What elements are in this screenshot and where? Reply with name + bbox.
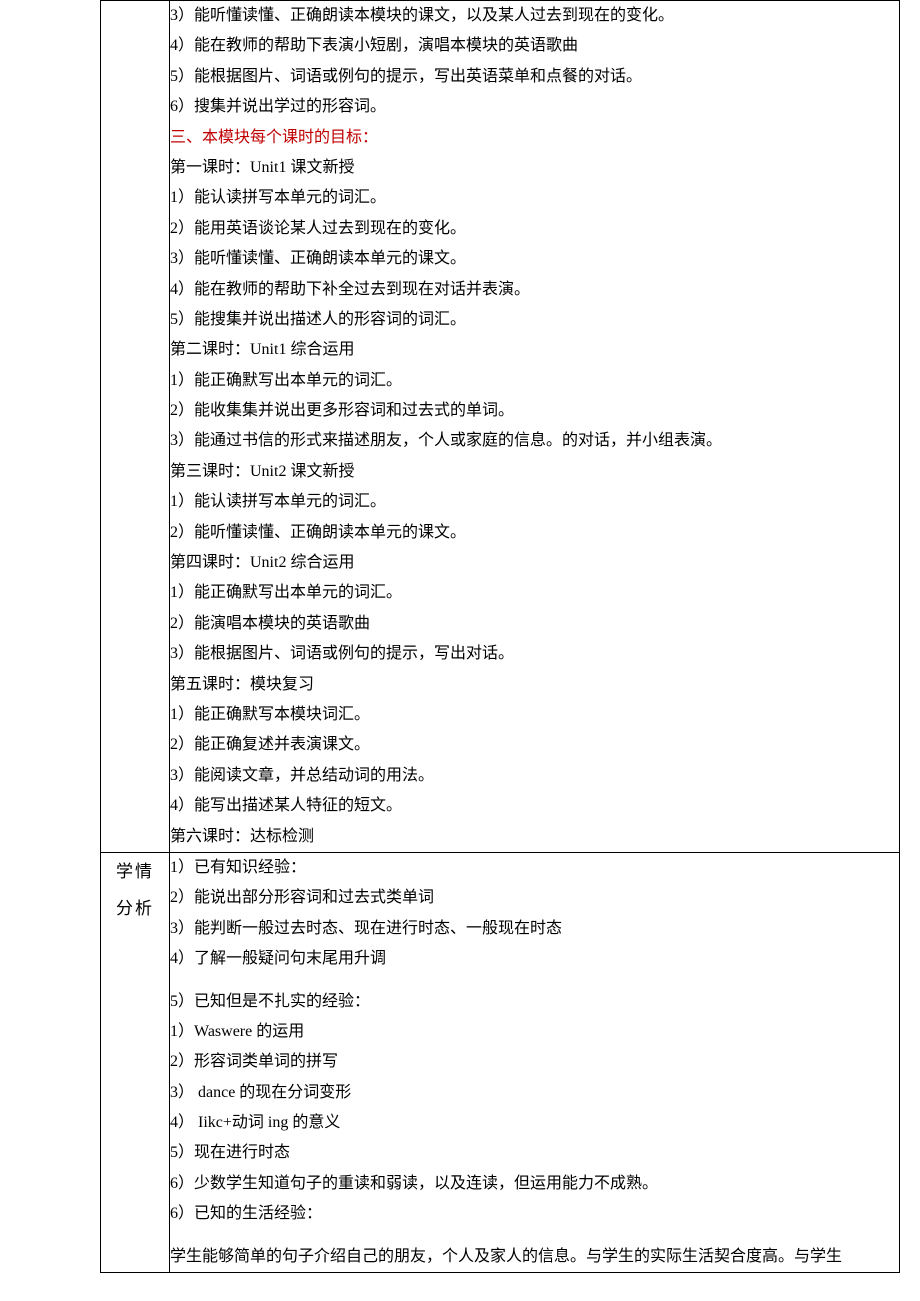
text-line: 2）能收集集并说出更多形容词和过去式的单词。 xyxy=(170,396,899,426)
text-line: 4）能写出描述某人特征的短文。 xyxy=(170,791,899,821)
label-text-line2: 分析 xyxy=(101,890,169,927)
text-line: 3）能阅读文章，并总结动词的用法。 xyxy=(170,761,899,791)
text-line: 2）能用英语谈论某人过去到现在的变化。 xyxy=(170,214,899,244)
text-line: 4） Iikc+动词 ing 的意义 xyxy=(170,1108,899,1138)
lesson-title: 第六课时：达标检测 xyxy=(170,822,899,852)
text-line: 3）能通过书信的形式来描述朋友，个人或家庭的信息。的对话，并小组表演。 xyxy=(170,426,899,456)
lesson-title: 第一课时：Unit1 课文新授 xyxy=(170,153,899,183)
text-line: 学生能够简单的句子介绍自己的朋友，个人及家人的信息。与学生的实际生活契合度高。与… xyxy=(170,1242,899,1272)
text-line: 4）能在教师的帮助下表演小短剧，演唱本模块的英语歌曲 xyxy=(170,31,899,61)
section1-label-cell xyxy=(101,1,170,853)
text-line: 6）少数学生知道句子的重读和弱读，以及连读，但运用能力不成熟。 xyxy=(170,1169,899,1199)
section2-label-cell: 学情 分析 xyxy=(101,852,170,1272)
lesson-title: 第二课时：Unit1 综合运用 xyxy=(170,335,899,365)
text-line: 1）能正确默写本模块词汇。 xyxy=(170,700,899,730)
text-line: 3）能判断一般过去时态、现在进行时态、一般现在时态 xyxy=(170,914,899,944)
text-line: 3）能听懂读懂、正确朗读本单元的课文。 xyxy=(170,244,899,274)
text-line: 4）了解一般疑问句末尾用升调 xyxy=(170,944,899,974)
blank-line xyxy=(170,1230,899,1242)
document-table: 3）能听懂读懂、正确朗读本模块的课文，以及某人过去到现在的变化。 4）能在教师的… xyxy=(100,0,900,1273)
text-line: 5）能根据图片、词语或例句的提示，写出英语菜单和点餐的对话。 xyxy=(170,62,899,92)
text-line: 3）能听懂读懂、正确朗读本模块的课文，以及某人过去到现在的变化。 xyxy=(170,1,899,31)
lesson-title: 第三课时：Unit2 课文新授 xyxy=(170,457,899,487)
text-line: 1）能认读拼写本单元的词汇。 xyxy=(170,183,899,213)
section2-content-cell: 1）已有知识经验： 2）能说出部分形容词和过去式类单词 3）能判断一般过去时态、… xyxy=(170,852,900,1272)
text-line: 3）能根据图片、词语或例句的提示，写出对话。 xyxy=(170,639,899,669)
text-line: 2）能演唱本模块的英语歌曲 xyxy=(170,609,899,639)
text-line: 2）能正确复述并表演课文。 xyxy=(170,730,899,760)
blank-line xyxy=(170,975,899,987)
lesson-title: 第五课时：模块复习 xyxy=(170,670,899,700)
text-line: 2）形容词类单词的拼写 xyxy=(170,1047,899,1077)
text-line: 1）能正确默写出本单元的词汇。 xyxy=(170,366,899,396)
text-line: 2）能说出部分形容词和过去式类单词 xyxy=(170,883,899,913)
text-line: 1）已有知识经验： xyxy=(170,853,899,883)
text-line: 6）已知的生活经验： xyxy=(170,1199,899,1229)
text-line: 5）已知但是不扎实的经验： xyxy=(170,987,899,1017)
text-line: 5）能搜集并说出描述人的形容词的词汇。 xyxy=(170,305,899,335)
text-line: 2）能听懂读懂、正确朗读本单元的课文。 xyxy=(170,518,899,548)
text-line: 1）能认读拼写本单元的词汇。 xyxy=(170,487,899,517)
section-heading: 三、本模块每个课时的目标： xyxy=(170,123,899,153)
text-line: 1）Waswere 的运用 xyxy=(170,1017,899,1047)
label-text-line1: 学情 xyxy=(101,853,169,890)
lesson-title: 第四课时：Unit2 综合运用 xyxy=(170,548,899,578)
text-line: 4）能在教师的帮助下补全过去到现在对话并表演。 xyxy=(170,275,899,305)
text-line: 3） dance 的现在分词变形 xyxy=(170,1078,899,1108)
text-line: 5）现在进行时态 xyxy=(170,1138,899,1168)
section1-content-cell: 3）能听懂读懂、正确朗读本模块的课文，以及某人过去到现在的变化。 4）能在教师的… xyxy=(170,1,900,853)
text-line: 1）能正确默写出本单元的词汇。 xyxy=(170,578,899,608)
text-line: 6）搜集并说出学过的形容词。 xyxy=(170,92,899,122)
